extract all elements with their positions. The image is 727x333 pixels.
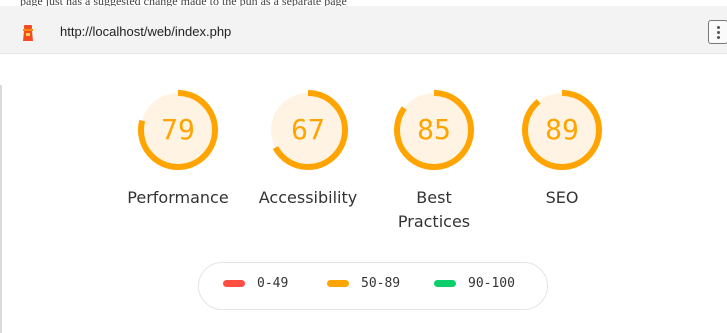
accessibility-gauge[interactable]: 67 [264, 86, 352, 174]
best-practices-gauge[interactable]: 85 [390, 86, 478, 174]
score-legend: 0-49 50-89 90-100 [198, 262, 548, 310]
legend-average: 50-89 [327, 276, 400, 291]
legend-fail-range: 0-49 [257, 276, 289, 291]
pass-swatch [434, 280, 456, 287]
fail-swatch [223, 280, 245, 287]
seo-label: SEO [545, 188, 579, 207]
seo-gauge[interactable]: 89 [518, 86, 606, 174]
left-divider [0, 85, 2, 333]
accessibility-score: 67 [291, 113, 325, 146]
best-practices-label-line2: Practices [397, 212, 471, 231]
performance-gauge[interactable]: 79 [134, 86, 222, 174]
legend-fail: 0-49 [223, 276, 288, 291]
address-bar[interactable]: http://localhost/web/index.php [0, 6, 727, 54]
legend-average-range: 50-89 [361, 276, 401, 291]
best-practices-label: Best Practices [374, 186, 494, 234]
legend-pass-range: 90-100 [468, 276, 515, 291]
accessibility-label: Accessibility [258, 188, 358, 207]
seo-score: 89 [545, 113, 579, 146]
average-swatch [327, 280, 349, 287]
best-practices-label-line1: Best [416, 188, 452, 207]
url-text[interactable]: http://localhost/web/index.php [60, 24, 231, 39]
best-practices-score: 85 [417, 113, 451, 146]
menu-icon[interactable] [708, 20, 727, 44]
performance-score: 79 [161, 113, 195, 146]
performance-label: Performance [127, 188, 229, 207]
lighthouse-icon [23, 25, 33, 41]
legend-pass: 90-100 [434, 276, 515, 291]
